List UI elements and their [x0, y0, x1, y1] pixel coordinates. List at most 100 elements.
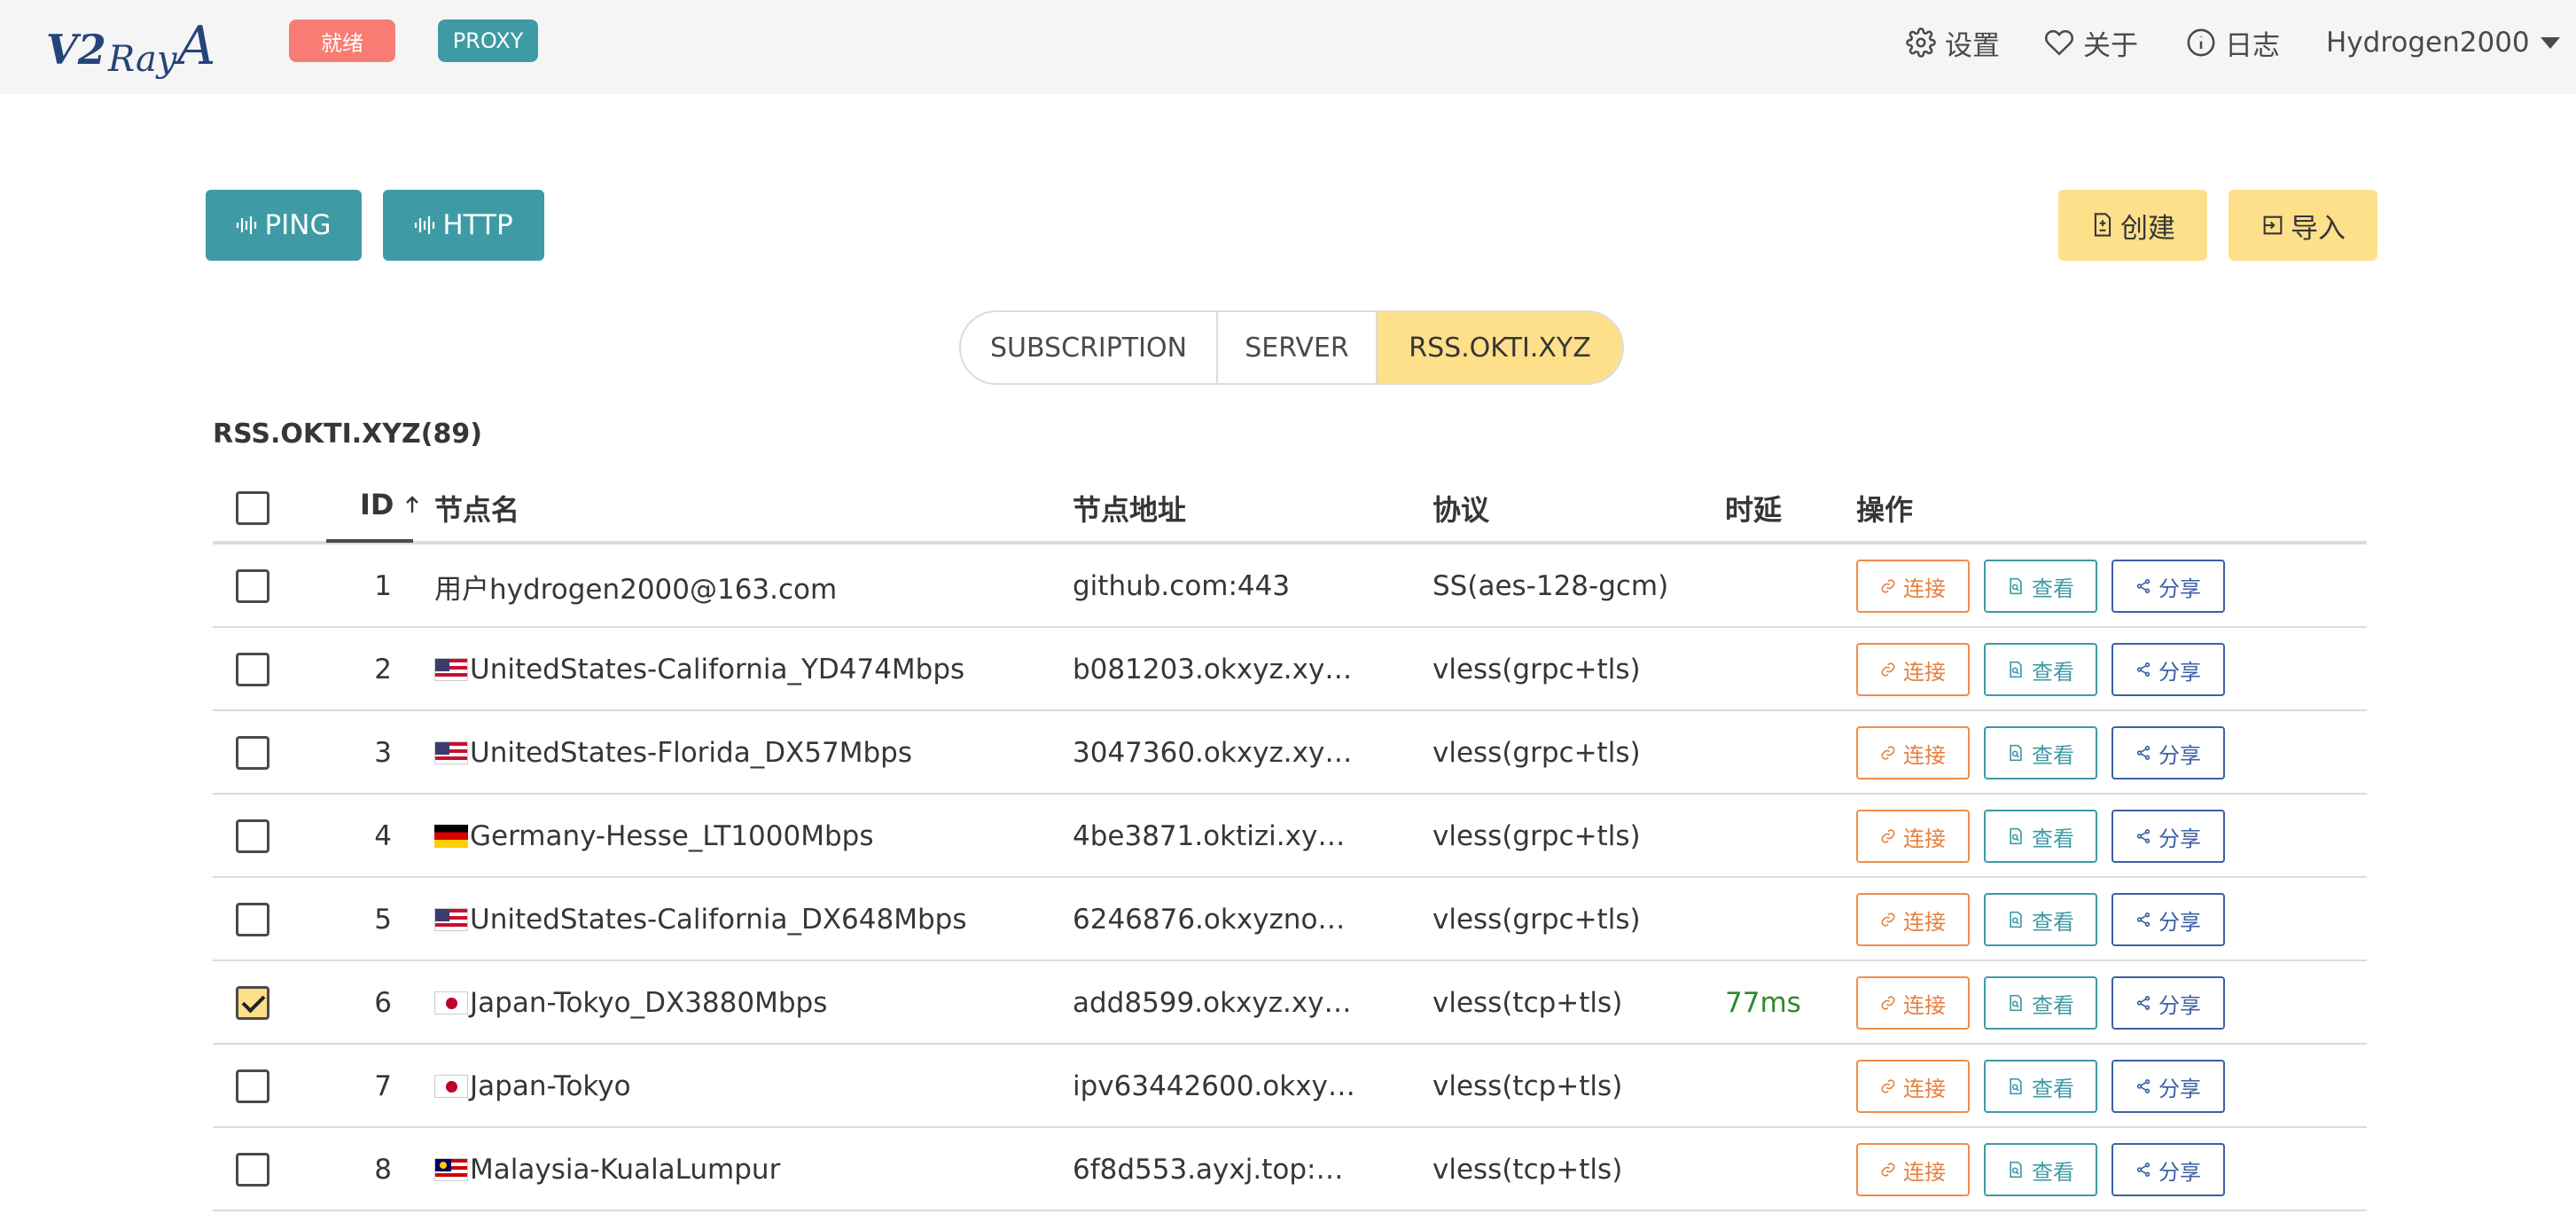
flag-us-icon [434, 658, 468, 681]
tab-server[interactable]: SERVER [1218, 312, 1378, 383]
row-address: 3047360.okxyz.xy… [1073, 737, 1353, 769]
row-checkbox[interactable] [236, 1153, 269, 1187]
sort-arrow-up-icon [405, 496, 418, 513]
share-button[interactable]: 分享 [2112, 810, 2225, 863]
column-name-header[interactable]: 节点名 [434, 488, 519, 529]
ping-button[interactable]: PING [206, 190, 362, 261]
svg-text:V2: V2 [46, 26, 106, 74]
row-address: github.com:443 [1073, 570, 1291, 602]
nav-about[interactable]: 关于 [2044, 21, 2138, 64]
connect-label: 连接 [1903, 742, 1946, 768]
row-checkbox[interactable] [236, 986, 269, 1020]
table-row[interactable]: 5 UnitedStates-California_DX648Mbps 6246… [213, 878, 2367, 961]
table-row[interactable]: 2 UnitedStates-California_YD474Mbps b081… [213, 628, 2367, 711]
section-title: RSS.OKTI.XYZ(89) [213, 419, 482, 450]
nav-log[interactable]: 日志 [2186, 21, 2280, 64]
tab-rss-okti-xyz[interactable]: RSS.OKTI.XYZ [1378, 312, 1622, 383]
connect-label: 连接 [1903, 826, 1946, 851]
view-doc-icon [2010, 744, 2022, 762]
share-button[interactable]: 分享 [2112, 643, 2225, 696]
row-name-text: UnitedStates-California_DX648Mbps [470, 904, 967, 936]
view-label: 查看 [2032, 742, 2074, 768]
nav-settings[interactable]: 设置 [1906, 21, 2000, 64]
view-button[interactable]: 查看 [1984, 1143, 2097, 1196]
row-name: Germany-Hesse_LT1000Mbps [434, 795, 873, 878]
info-icon [2187, 28, 2215, 57]
gear-icon [1906, 27, 1936, 58]
share-button[interactable]: 分享 [2112, 560, 2225, 613]
row-protocol: vless(grpc+tls) [1432, 904, 1641, 936]
row-checkbox[interactable] [236, 903, 269, 936]
row-name-text: Germany-Hesse_LT1000Mbps [470, 820, 874, 852]
table-row[interactable]: 7 Japan-Tokyo ipv63442600.okxy… vless(tc… [213, 1045, 2367, 1128]
status-tag[interactable]: 就绪 [289, 20, 395, 62]
share-button[interactable]: 分享 [2112, 726, 2225, 779]
column-protocol-header[interactable]: 协议 [1432, 488, 1489, 529]
connect-button[interactable]: 连接 [1856, 976, 1970, 1030]
connect-label: 连接 [1903, 576, 1946, 601]
view-doc-icon [2010, 577, 2022, 595]
column-address-header[interactable]: 节点地址 [1073, 488, 1186, 529]
share-label: 分享 [2158, 742, 2201, 768]
row-checkbox[interactable] [236, 736, 269, 770]
table-row[interactable]: 1 用户hydrogen2000@163.com github.com:443 … [213, 544, 2367, 628]
row-checkbox[interactable] [236, 653, 269, 686]
tab-subscription[interactable]: SUBSCRIPTION [961, 312, 1218, 383]
user-dropdown[interactable]: Hydrogen2000 [2326, 21, 2560, 64]
connect-button[interactable]: 连接 [1856, 810, 1970, 863]
http-button[interactable]: HTTP [383, 190, 544, 261]
v2raya-logo[interactable]: V2 Ray A [44, 9, 217, 85]
view-button[interactable]: 查看 [1984, 560, 2097, 613]
row-id: 7 [374, 1070, 392, 1102]
connect-button[interactable]: 连接 [1856, 1060, 1970, 1113]
row-checkbox[interactable] [236, 1069, 269, 1103]
select-all-checkbox[interactable] [236, 491, 269, 525]
import-button[interactable]: 导入 [2229, 190, 2377, 261]
row-name-text: Japan-Tokyo_DX3880Mbps [470, 987, 828, 1019]
row-name: UnitedStates-California_YD474Mbps [434, 628, 964, 711]
column-id-header[interactable]: ID [360, 488, 420, 521]
table-row[interactable]: 4 Germany-Hesse_LT1000Mbps 4be3871.oktiz… [213, 795, 2367, 878]
connect-label: 连接 [1903, 1076, 1946, 1101]
share-label: 分享 [2158, 659, 2201, 685]
column-latency-header[interactable]: 时延 [1725, 488, 1782, 529]
mode-tag[interactable]: PROXY [438, 20, 538, 62]
view-button[interactable]: 查看 [1984, 810, 2097, 863]
link-icon [1881, 1079, 1895, 1093]
create-button[interactable]: 创建 [2058, 190, 2207, 261]
view-button[interactable]: 查看 [1984, 976, 2097, 1030]
connect-button[interactable]: 连接 [1856, 726, 1970, 779]
table-row[interactable]: 8 Malaysia-KualaLumpur 6f8d553.ayxj.top:… [213, 1128, 2367, 1211]
http-label: HTTP [442, 209, 513, 241]
share-button[interactable]: 分享 [2112, 976, 2225, 1030]
table-row[interactable]: 6 Japan-Tokyo_DX3880Mbps add8599.okxyz.x… [213, 961, 2367, 1045]
row-address: 4be3871.oktizi.xy… [1073, 820, 1346, 852]
row-address: b081203.okxyz.xy… [1073, 654, 1353, 685]
view-button[interactable]: 查看 [1984, 643, 2097, 696]
flag-de-icon [434, 825, 468, 848]
share-icon [2136, 579, 2151, 593]
share-button[interactable]: 分享 [2112, 1060, 2225, 1113]
share-button[interactable]: 分享 [2112, 1143, 2225, 1196]
share-button[interactable]: 分享 [2112, 893, 2225, 946]
row-checkbox[interactable] [236, 569, 269, 603]
connect-button[interactable]: 连接 [1856, 643, 1970, 696]
row-name: Malaysia-KualaLumpur [434, 1128, 780, 1211]
share-label: 分享 [2158, 992, 2201, 1018]
row-checkbox[interactable] [236, 819, 269, 853]
waveform-icon [237, 216, 257, 234]
row-name: Japan-Tokyo [434, 1045, 631, 1128]
table-row[interactable]: 3 UnitedStates-Florida_DX57Mbps 3047360.… [213, 711, 2367, 795]
view-button[interactable]: 查看 [1984, 726, 2097, 779]
waveform-icon [415, 216, 435, 234]
column-ops-header: 操作 [1856, 493, 1914, 527]
row-id: 6 [374, 987, 392, 1019]
connect-button[interactable]: 连接 [1856, 1143, 1970, 1196]
row-id: 1 [374, 570, 392, 602]
row-address: add8599.okxyz.xy… [1073, 987, 1352, 1019]
connect-button[interactable]: 连接 [1856, 560, 1970, 613]
view-button[interactable]: 查看 [1984, 893, 2097, 946]
view-doc-icon [2010, 994, 2022, 1012]
view-button[interactable]: 查看 [1984, 1060, 2097, 1113]
connect-button[interactable]: 连接 [1856, 893, 1970, 946]
